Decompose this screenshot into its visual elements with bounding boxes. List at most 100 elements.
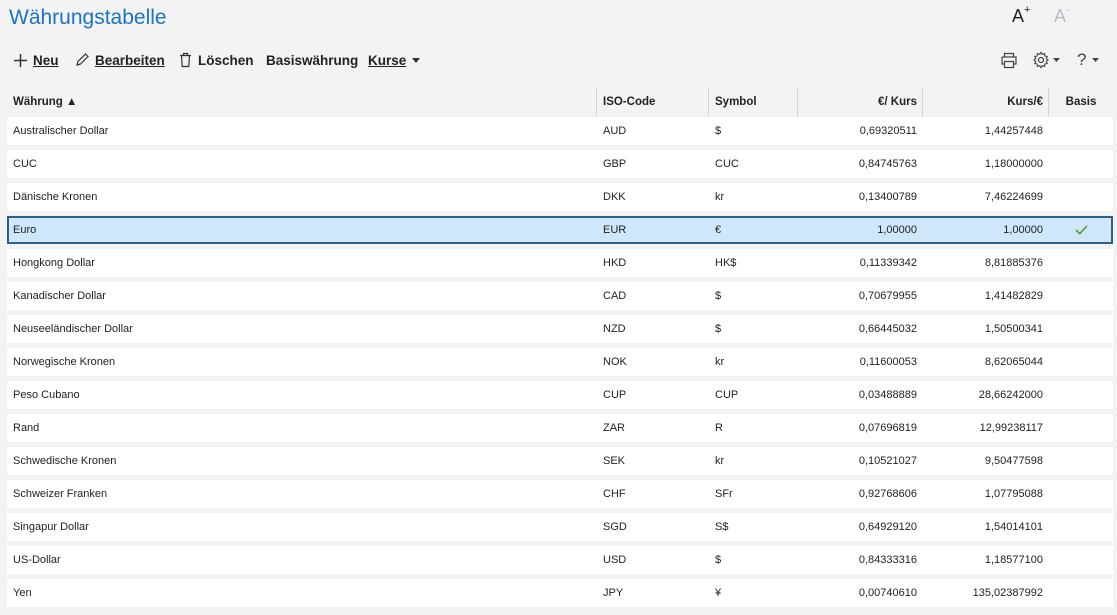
cell-iso-code: ZAR [603,422,625,434]
cell-basis [1049,579,1113,607]
new-button-label: Neu [33,52,59,68]
cell-currency-name: Schwedische Kronen [13,455,117,467]
cell-basis [1049,381,1113,409]
help-dropdown[interactable]: ? [1077,46,1100,74]
new-button[interactable]: Neu [13,46,59,74]
currency-table: Währung ▲ ISO-Code Symbol €/ Kurs Kurs/€… [7,87,1113,612]
table-row[interactable]: Dänische Kronen DKK kr 0,13400789 7,46224699 [7,183,1113,211]
cell-eur-rate: 0,11339342 [859,257,917,269]
column-header-eur-rate[interactable]: €/ Kurs [798,87,923,117]
trash-icon [178,52,193,68]
edit-button[interactable]: Bearbeiten [74,46,165,74]
edit-button-label: Bearbeiten [95,52,165,68]
cell-iso-code: NZD [603,323,626,335]
table-row[interactable]: Norwegische Kronen NOK kr 0,11600053 8,62065… [7,348,1113,376]
cell-symbol: S$ [715,521,729,533]
cell-basis [1049,480,1113,508]
table-header: Währung ▲ ISO-Code Symbol €/ Kurs Kurs/€… [7,87,1113,117]
cell-basis [1049,315,1113,343]
cell-rate-per-eur: 8,62065044 [984,356,1043,368]
table-row[interactable]: Kanadischer Dollar CAD $0,70679955 1,414828… [7,282,1113,310]
table-row[interactable]: Yen JPY ¥0,00740610 135,02387992 [7,579,1113,607]
table-row[interactable]: Peso Cubano CUP CUP 0,03488889 28,66242000 [7,381,1113,409]
column-header-symbol[interactable]: Symbol [709,87,798,117]
cell-basis [1049,183,1113,211]
cell-eur-rate: 0,69320511 [859,125,917,137]
cell-symbol: $ [715,290,722,302]
help-label: ? [1077,50,1087,69]
cell-symbol: HK$ [715,257,737,269]
cell-currency-name: Neuseeländischer Dollar [13,323,133,335]
table-row[interactable]: US-Dollar USD $0,84333316 1,18577100 [7,546,1113,574]
table-row[interactable]: Australischer Dollar AUD $0,69320511 1,4425… [7,117,1113,145]
cell-iso-code: SGD [603,521,627,533]
cell-iso-code: DKK [603,191,626,203]
cell-basis [1049,414,1113,442]
sort-ascending-icon: ▲ [66,96,78,108]
plus-icon [13,53,28,68]
cell-rate-per-eur: 1,18000000 [984,158,1043,170]
table-row[interactable]: Schwedische Kronen SEK kr 0,10521027 9,50477… [7,447,1113,475]
cell-basis [1049,117,1113,145]
cell-basis [1049,150,1113,178]
table-row[interactable]: Rand ZAR R 0,07696819 12,99238117 [7,414,1113,442]
cell-eur-rate: 0,10521027 [858,455,917,467]
printer-icon [1000,52,1018,69]
cell-symbol: $ [715,323,722,335]
cell-currency-name: Euro [13,224,37,236]
table-row[interactable]: CUC GBP CUC 0,84745763 1,18000000 [7,150,1113,178]
cell-symbol: kr [715,191,725,203]
print-button[interactable] [1000,46,1018,74]
column-header-currency[interactable]: Währung ▲ [7,87,597,117]
cell-basis [1049,282,1113,310]
cell-eur-rate: 0,11600053 [859,356,917,368]
cell-rate-per-eur: 1,54014101 [984,521,1043,533]
cell-rate-per-eur: 7,46224699 [984,191,1043,203]
cell-iso-code: AUD [603,125,627,137]
cell-currency-name: Schweizer Franken [13,488,108,500]
cell-eur-rate: 0,66445032 [858,323,917,335]
cell-currency-name: US-Dollar [13,554,61,566]
column-header-iso[interactable]: ISO-Code [597,87,709,117]
column-header-rate-per-eur[interactable]: Kurs/€ [923,87,1049,117]
cell-basis [1049,249,1113,277]
table-row[interactable]: Euro EUR €1,00000 1,00000 [7,216,1113,244]
cell-rate-per-eur: 1,44257448 [984,125,1043,137]
cell-symbol: R [715,422,723,434]
settings-dropdown[interactable] [1032,46,1060,74]
cell-basis [1049,216,1113,244]
cell-basis [1049,348,1113,376]
cell-iso-code: CUP [603,389,627,401]
delete-button[interactable]: Löschen [178,46,254,74]
cell-rate-per-eur: 28,66242000 [978,389,1043,401]
column-header-basis[interactable]: Basis [1049,87,1113,117]
cell-symbol: $ [715,554,722,566]
cell-iso-code: CAD [603,290,627,302]
cell-eur-rate: 0,70679955 [858,290,917,302]
cell-iso-code: EUR [603,224,627,236]
cell-currency-name: Norwegische Kronen [13,356,116,368]
base-currency-button[interactable]: Basiswährung [266,46,358,74]
table-row[interactable]: Hongkong Dollar HKD HK$ 0,11339342 8,8188537… [7,249,1113,277]
cell-eur-rate: 0,13400789 [858,191,917,203]
cell-symbol: $ [715,125,722,137]
increase-font-button[interactable]: A+ [1012,4,1031,27]
table-row[interactable]: Singapur Dollar SGD S$ 0,64929120 1,54014101 [7,513,1113,541]
increase-font-sup: + [1024,4,1031,16]
table-body: Australischer Dollar AUD $0,69320511 1,4425… [7,117,1113,607]
pencil-icon [74,52,90,68]
cell-eur-rate: 1,00000 [877,224,917,236]
cell-iso-code: HKD [603,257,627,269]
decrease-font-button[interactable]: A- [1054,4,1070,27]
cell-rate-per-eur: 1,00000 [1003,224,1043,236]
rates-dropdown[interactable]: Kurse [368,46,421,74]
decrease-font-label: A [1054,6,1067,26]
cell-currency-name: Kanadischer Dollar [13,290,106,302]
delete-button-label: Löschen [198,52,254,68]
table-row[interactable]: Neuseeländischer Dollar NZD $0,66445032 1,5… [7,315,1113,343]
table-row[interactable]: Schweizer Franken CHF SFr 0,92768606 1,07795… [7,480,1113,508]
cell-iso-code: CHF [603,488,626,500]
cell-eur-rate: 0,64929120 [858,521,917,533]
cell-symbol: CUC [715,158,739,170]
toolbar: Neu Bearbeiten Löschen Basiswährung Kurs… [0,46,1117,74]
